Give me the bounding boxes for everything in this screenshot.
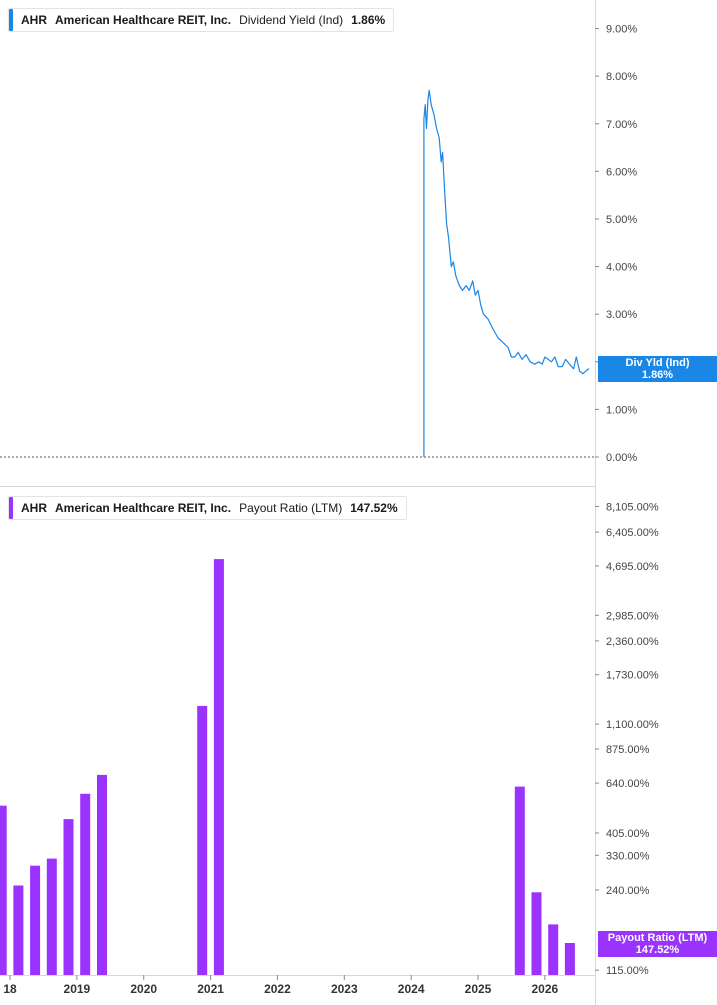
- yield-color-swatch: [9, 9, 13, 31]
- payout-bar: [213, 559, 224, 975]
- badge-value: 1.86%: [641, 369, 674, 381]
- badge-label: Div Yld (Ind): [625, 357, 690, 369]
- y-tick-label: 6,405.00%: [606, 527, 659, 539]
- payout-ratio-chart: [0, 559, 575, 975]
- y-tick-label: 3.00%: [606, 309, 637, 321]
- x-tick-label: 2020: [130, 982, 157, 996]
- legend-ticker: AHR: [21, 13, 47, 27]
- y-tick-label: 240.00%: [606, 885, 650, 897]
- y-tick-label: 8.00%: [606, 71, 637, 83]
- payout-bar: [13, 885, 24, 975]
- payout-bar: [531, 892, 542, 975]
- payout-ratio-legend[interactable]: AHR American Healthcare REIT, Inc. Payou…: [8, 496, 407, 520]
- x-tick-label: 18: [3, 982, 17, 996]
- y-tick-label: 405.00%: [606, 828, 650, 840]
- legend-metric: Payout Ratio (LTM): [239, 501, 343, 515]
- y-tick-label: 2,360.00%: [606, 636, 659, 648]
- y-tick-label: 1,730.00%: [606, 670, 659, 682]
- y-tick-label: 5.00%: [606, 214, 637, 226]
- legend-value: 147.52%: [350, 501, 398, 515]
- payout-bar: [0, 805, 7, 975]
- y-tick-label: 1.00%: [606, 404, 637, 416]
- y-tick-label: 4,695.00%: [606, 561, 659, 573]
- y-tick-label: 875.00%: [606, 744, 650, 756]
- payout-bar: [514, 786, 525, 975]
- legend-metric: Dividend Yield (Ind): [239, 13, 344, 27]
- payout-bar: [197, 705, 208, 975]
- legend-value: 1.86%: [351, 13, 386, 27]
- x-tick-label: 2022: [264, 982, 291, 996]
- x-tick-label: 2023: [331, 982, 358, 996]
- payout-bar: [46, 858, 57, 975]
- x-tick-label: 2026: [532, 982, 559, 996]
- y-tick-label: 8,105.00%: [606, 501, 659, 513]
- y-tick-label: 115.00%: [606, 965, 649, 977]
- legend-company: American Healthcare REIT, Inc.: [55, 13, 232, 27]
- y-tick-label: 640.00%: [606, 778, 650, 790]
- y-tick-label: 330.00%: [606, 850, 650, 862]
- dividend-yield-line: [423, 89, 590, 457]
- y-tick-label: 6.00%: [606, 166, 637, 178]
- y-tick-label: 9.00%: [606, 24, 637, 36]
- payout-ratio-badge: Payout Ratio (LTM) 147.52%: [598, 931, 717, 957]
- y-tick-label: 0.00%: [606, 452, 637, 464]
- dividend-yield-chart: [0, 89, 595, 458]
- x-tick-label: 2025: [465, 982, 492, 996]
- payout-bar: [97, 774, 107, 975]
- payout-color-swatch: [9, 497, 13, 519]
- dividend-yield-badge: Div Yld (Ind) 1.86%: [598, 356, 717, 382]
- payout-bar: [548, 924, 559, 975]
- y-tick-label: 4.00%: [606, 262, 637, 274]
- badge-label: Payout Ratio (LTM): [607, 932, 708, 944]
- payout-bar: [564, 943, 575, 975]
- payout-bar: [30, 865, 41, 975]
- legend-ticker: AHR: [21, 501, 47, 515]
- x-tick-label: 2019: [64, 982, 91, 996]
- x-tick-label: 2021: [197, 982, 224, 996]
- payout-bar: [63, 819, 74, 975]
- x-tick-label: 2024: [398, 982, 425, 996]
- y-tick-label: 2,985.00%: [606, 610, 659, 622]
- badge-value: 147.52%: [635, 944, 680, 956]
- payout-bar: [80, 793, 91, 975]
- dividend-yield-legend[interactable]: AHR American Healthcare REIT, Inc. Divid…: [8, 8, 395, 32]
- y-tick-label: 7.00%: [606, 119, 637, 131]
- legend-company: American Healthcare REIT, Inc.: [55, 501, 232, 515]
- y-tick-label: 1,100.00%: [606, 719, 659, 731]
